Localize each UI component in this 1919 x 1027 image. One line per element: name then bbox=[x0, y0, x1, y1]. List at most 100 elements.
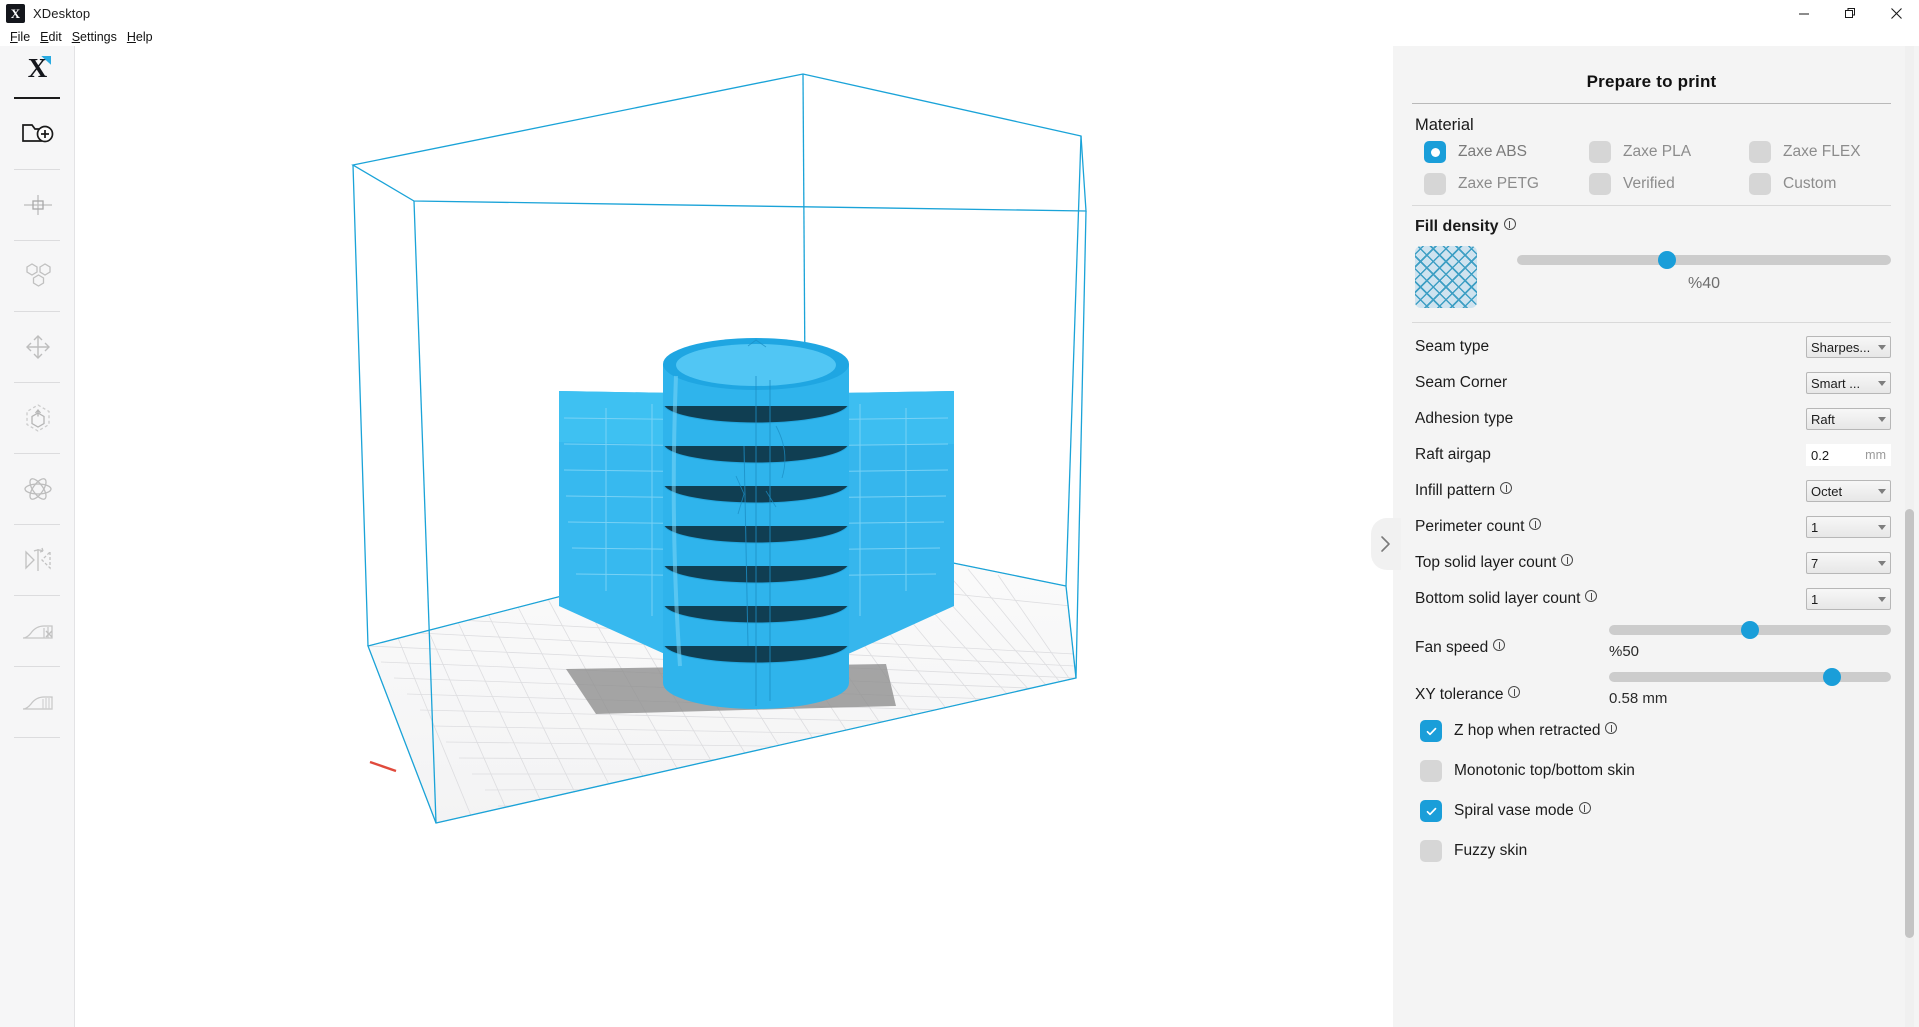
brand-logo-icon: X bbox=[0, 46, 75, 91]
setting-label-text: XY tolerance bbox=[1415, 686, 1504, 703]
open-file-tool[interactable] bbox=[0, 99, 75, 169]
settings-list: Seam type Sharpes... Seam Corner Smart .… bbox=[1412, 323, 1891, 871]
toolbar-divider bbox=[14, 737, 60, 738]
close-button[interactable] bbox=[1873, 0, 1919, 27]
setting-row-top-solid-layer-count: Top solid layer count 7 bbox=[1412, 545, 1891, 581]
title-bar: X XDesktop bbox=[0, 0, 1919, 27]
3d-viewport[interactable] bbox=[76, 46, 1393, 1027]
brand-logo-letter: X bbox=[27, 53, 48, 83]
menu-settings-rest: ettings bbox=[80, 29, 117, 44]
info-icon[interactable] bbox=[1503, 218, 1516, 230]
radio-icon bbox=[1749, 141, 1771, 163]
fill-density-slider[interactable] bbox=[1517, 251, 1891, 269]
setting-row-infill-pattern: Infill pattern Octet bbox=[1412, 473, 1891, 509]
crosshair-icon bbox=[23, 192, 53, 218]
setting-label-text: Fan speed bbox=[1415, 639, 1489, 656]
raft-airgap-input[interactable]: 0.2 mm bbox=[1806, 444, 1891, 466]
mirror-tool[interactable] bbox=[0, 525, 75, 595]
setting-row-seam-type: Seam type Sharpes... bbox=[1412, 329, 1891, 365]
rotate-tool[interactable] bbox=[0, 454, 75, 524]
setting-label-text: Infill pattern bbox=[1415, 482, 1496, 499]
menu-help[interactable]: Help bbox=[122, 29, 158, 45]
menu-edit[interactable]: Edit bbox=[35, 29, 67, 45]
setting-row-fan-speed: Fan speed %50 bbox=[1412, 617, 1891, 664]
minimize-button[interactable] bbox=[1781, 0, 1827, 27]
four-arrows-icon bbox=[23, 332, 53, 362]
setting-label: Seam Corner bbox=[1415, 374, 1508, 391]
prepare-to-print-panel: Prepare to print Material Zaxe ABS Zaxe … bbox=[1393, 46, 1919, 1027]
menu-help-mnemonic: H bbox=[126, 29, 136, 44]
perimeter-count-select[interactable]: 1 bbox=[1806, 516, 1891, 538]
select-value: Sharpes... bbox=[1811, 339, 1871, 355]
material-option-custom[interactable]: Custom bbox=[1749, 173, 1891, 195]
bottom-solid-layer-count-select[interactable]: 1 bbox=[1806, 588, 1891, 610]
infill-pattern-select[interactable]: Octet bbox=[1806, 480, 1891, 502]
arrange-tool[interactable] bbox=[0, 241, 75, 311]
material-option-verified[interactable]: Verified bbox=[1589, 173, 1749, 195]
select-value: Raft bbox=[1811, 411, 1835, 427]
menu-file[interactable]: File bbox=[5, 29, 35, 45]
fill-density-label-row: Fill density bbox=[1412, 206, 1891, 242]
material-option-zaxe-petg[interactable]: Zaxe PETG bbox=[1424, 173, 1589, 195]
radio-icon bbox=[1589, 141, 1611, 163]
checkbox-icon bbox=[1420, 840, 1442, 862]
support-add-tool[interactable] bbox=[0, 667, 75, 737]
info-icon[interactable] bbox=[1605, 722, 1618, 734]
checkbox-row-monotonic-top-bottom-skin[interactable]: Monotonic top/bottom skin bbox=[1412, 751, 1891, 791]
fill-density-value: %40 bbox=[1687, 275, 1721, 292]
panel-collapse-button[interactable] bbox=[1371, 518, 1401, 570]
material-option-zaxe-abs[interactable]: Zaxe ABS bbox=[1424, 141, 1589, 163]
maximize-button[interactable] bbox=[1827, 0, 1873, 27]
menu-settings[interactable]: Settings bbox=[67, 29, 122, 45]
center-tool[interactable] bbox=[0, 170, 75, 240]
checkbox-icon bbox=[1420, 720, 1442, 742]
scale-tool[interactable] bbox=[0, 383, 75, 453]
top-solid-layer-count-select[interactable]: 7 bbox=[1806, 552, 1891, 574]
fill-density-row: %40 bbox=[1412, 242, 1891, 322]
support-icon bbox=[20, 688, 56, 716]
info-icon[interactable] bbox=[1578, 802, 1591, 814]
menu-bar: File Edit Settings Help bbox=[0, 27, 1919, 46]
info-icon[interactable] bbox=[1508, 686, 1521, 698]
setting-label-text: Top solid layer count bbox=[1415, 554, 1557, 571]
checkbox-icon bbox=[1420, 760, 1442, 782]
panel-title: Prepare to print bbox=[1586, 72, 1717, 91]
support-remove-tool[interactable] bbox=[0, 596, 75, 666]
mirror-icon bbox=[21, 545, 55, 575]
slider-knob[interactable] bbox=[1822, 668, 1841, 686]
checkbox-row-spiral-vase-mode[interactable]: Spiral vase mode bbox=[1412, 791, 1891, 831]
setting-label-text: Bottom solid layer count bbox=[1415, 590, 1581, 607]
material-option-zaxe-pla[interactable]: Zaxe PLA bbox=[1589, 141, 1749, 163]
setting-row-raft-airgap: Raft airgap 0.2 mm bbox=[1412, 437, 1891, 473]
panel-scrollbar-thumb[interactable] bbox=[1905, 509, 1914, 938]
seam-corner-select[interactable]: Smart ... bbox=[1806, 372, 1891, 394]
folder-add-icon bbox=[21, 119, 55, 149]
move-tool[interactable] bbox=[0, 312, 75, 382]
material-label: Zaxe PLA bbox=[1623, 143, 1692, 160]
chevron-down-icon bbox=[1878, 596, 1886, 602]
menu-file-mnemonic: F bbox=[10, 29, 18, 44]
info-icon[interactable] bbox=[1561, 554, 1574, 566]
info-icon[interactable] bbox=[1529, 518, 1542, 530]
info-icon[interactable] bbox=[1500, 482, 1513, 494]
slider-knob[interactable] bbox=[1741, 621, 1759, 639]
setting-label: Bottom solid layer count bbox=[1415, 590, 1806, 608]
material-option-zaxe-flex[interactable]: Zaxe FLEX bbox=[1749, 141, 1891, 163]
multi-cubes-icon bbox=[21, 261, 55, 291]
menu-help-rest: elp bbox=[135, 29, 153, 44]
seam-type-select[interactable]: Sharpes... bbox=[1806, 336, 1891, 358]
info-icon[interactable] bbox=[1493, 639, 1506, 651]
select-value: 1 bbox=[1811, 519, 1819, 535]
slider-knob[interactable] bbox=[1657, 251, 1676, 269]
checkbox-row-fuzzy-skin[interactable]: Fuzzy skin bbox=[1412, 831, 1891, 871]
setting-label-text: Perimeter count bbox=[1415, 518, 1525, 535]
adhesion-type-select[interactable]: Raft bbox=[1806, 408, 1891, 430]
fan-speed-slider[interactable] bbox=[1609, 621, 1891, 639]
info-icon[interactable] bbox=[1585, 590, 1598, 602]
window-controls bbox=[1781, 0, 1919, 27]
checkbox-label: Fuzzy skin bbox=[1454, 842, 1528, 859]
fill-density-label: Fill density bbox=[1415, 218, 1499, 235]
checkbox-row-z-hop-when-retracted[interactable]: Z hop when retracted bbox=[1412, 711, 1891, 751]
select-value: Smart ... bbox=[1811, 375, 1861, 391]
xy-tolerance-slider[interactable] bbox=[1609, 668, 1891, 686]
